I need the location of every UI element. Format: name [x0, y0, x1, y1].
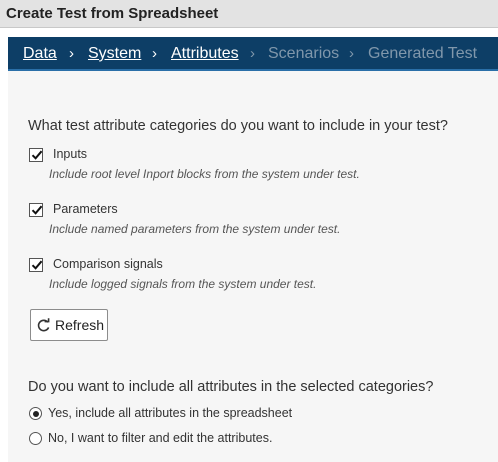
window-titlebar: Create Test from Spreadsheet [0, 0, 498, 28]
categories-question: What test attribute categories do you wa… [28, 118, 448, 134]
breadcrumb-separator: › [152, 45, 157, 62]
refresh-icon [36, 318, 51, 338]
breadcrumb-separator: › [69, 45, 74, 62]
breadcrumb-generated-test: Generated Test [368, 45, 478, 62]
breadcrumb-scenarios: Scenarios [268, 45, 340, 62]
include-all-no-label: No, I want to filter and edit the attrib… [48, 431, 273, 445]
wizard-panel: Data › System › Attributes › Scenarios ›… [8, 37, 498, 462]
breadcrumb-separator: › [250, 45, 255, 62]
check-icon [31, 260, 43, 270]
radio-selected-dot [32, 410, 39, 417]
include-all-no-radio[interactable] [29, 432, 42, 445]
parameters-checkbox[interactable] [29, 203, 43, 217]
breadcrumb-attributes[interactable]: Attributes [171, 44, 239, 64]
breadcrumb: Data › System › Attributes › Scenarios ›… [8, 37, 498, 71]
breadcrumb-data[interactable]: Data [23, 44, 57, 64]
comparison-signals-checkbox[interactable] [29, 258, 43, 272]
check-icon [31, 150, 43, 160]
refresh-button[interactable]: Refresh [30, 309, 108, 341]
inputs-label: Inputs [53, 147, 88, 161]
comparison-signals-label: Comparison signals [53, 257, 163, 271]
check-icon [31, 205, 43, 215]
include-all-yes-label: Yes, include all attributes in the sprea… [48, 406, 293, 420]
comparison-signals-description: Include logged signals from the system u… [49, 277, 317, 291]
inputs-description: Include root level Inport blocks from th… [49, 167, 360, 181]
include-all-yes-radio[interactable] [29, 407, 42, 420]
inputs-checkbox[interactable] [29, 148, 43, 162]
breadcrumb-system[interactable]: System [88, 44, 141, 64]
include-all-question: Do you want to include all attributes in… [28, 379, 434, 395]
window-title: Create Test from Spreadsheet [6, 5, 219, 22]
refresh-label: Refresh [55, 317, 105, 333]
parameters-label: Parameters [53, 202, 118, 216]
parameters-description: Include named parameters from the system… [49, 222, 341, 236]
breadcrumb-separator: › [349, 45, 354, 62]
